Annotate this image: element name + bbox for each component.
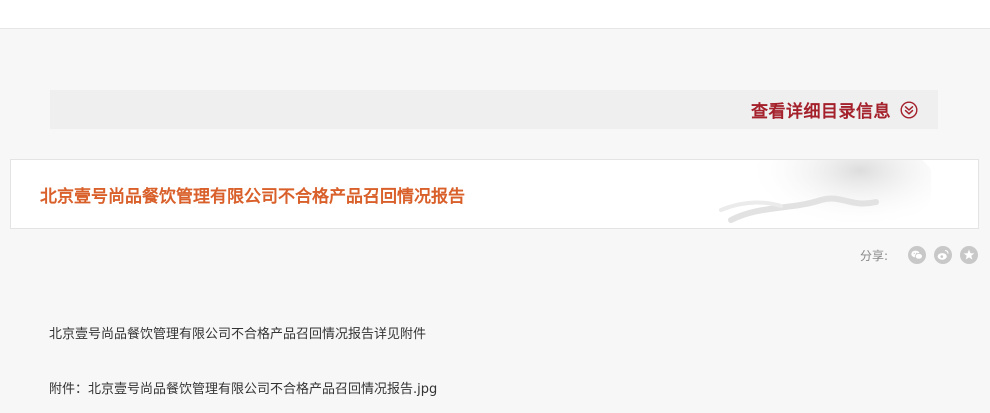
top-bar [0, 0, 990, 29]
view-catalog-link[interactable]: 查看详细目录信息 [751, 90, 918, 129]
page-title: 北京壹号尚品餐饮管理有限公司不合格产品召回情况报告 [40, 186, 465, 207]
background-watermark [719, 160, 931, 228]
weibo-icon[interactable] [934, 246, 952, 264]
share-label: 分享: [859, 248, 888, 263]
article-paragraph: 北京壹号尚品餐饮管理有限公司不合格产品召回情况报告详见附件 [49, 327, 427, 342]
view-catalog-label: 查看详细目录信息 [751, 102, 891, 122]
favorite-icon[interactable] [960, 246, 978, 264]
share-bar: 分享: [860, 245, 978, 265]
attachment-link[interactable]: 附件：北京壹号尚品餐饮管理有限公司不合格产品召回情况报告.jpg [49, 378, 437, 397]
document-title-card: 北京壹号尚品餐饮管理有限公司不合格产品召回情况报告 [10, 159, 979, 229]
double-chevron-down-icon [900, 100, 918, 119]
wechat-icon[interactable] [908, 246, 926, 264]
catalog-bar: 查看详细目录信息 [50, 90, 938, 129]
